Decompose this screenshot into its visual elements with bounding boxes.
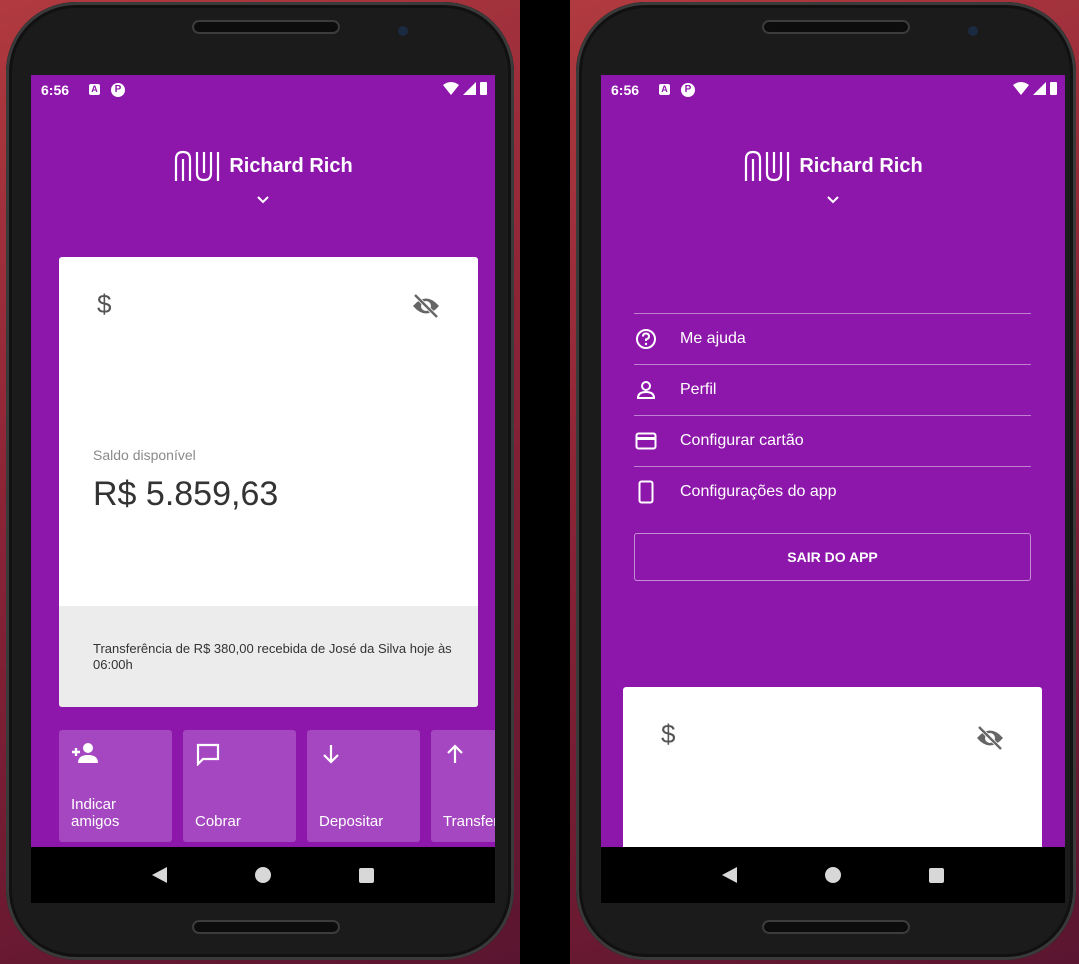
menu-item-configurar-cartao[interactable]: Configurar cartão [634, 416, 1031, 467]
arrow-down-icon [323, 745, 339, 764]
card-footer[interactable]: Transferência de R$ 380,00 recebida de J… [59, 606, 478, 707]
device-left: 6:56 A P Richard Rich $ Saldo disponível… [0, 0, 520, 964]
signal-icon [463, 82, 476, 95]
battery-icon [480, 82, 487, 95]
shortcut-label: Depositar [319, 813, 384, 830]
home-screen: 6:56 A P Richard Rich $ Saldo disponível… [31, 75, 495, 847]
user-name: Richard Rich [229, 154, 353, 177]
account-header[interactable]: Richard Rich [601, 149, 1065, 209]
shortcut-cobrar[interactable]: Cobrar [183, 730, 296, 842]
last-transaction-text: Transferência de R$ 380,00 recebida de J… [93, 641, 452, 672]
recent-apps-icon[interactable] [359, 867, 374, 883]
menu-item-me-ajuda[interactable]: Me ajuda [634, 314, 1031, 365]
eye-off-icon[interactable] [975, 725, 1005, 751]
phone-frame: 6:56 A P Richard Rich Me ajuda Perfil Co… [576, 2, 1076, 960]
notification-a-icon: A [89, 84, 100, 95]
home-icon[interactable] [825, 867, 841, 883]
android-nav-bar [601, 847, 1065, 903]
person-add-icon [72, 743, 98, 763]
shortcut-transferir[interactable]: Transferir [431, 730, 495, 842]
shortcut-label: Transferir [443, 813, 495, 830]
credit-card-icon [634, 429, 658, 453]
shortcut-indicar-amigos[interactable]: Indicar amigos [59, 730, 172, 842]
notification-a-icon: A [659, 84, 670, 95]
balance-card-collapsed[interactable]: $ [623, 687, 1042, 847]
menu-screen: 6:56 A P Richard Rich Me ajuda Perfil Co… [601, 75, 1065, 847]
balance-label: Saldo disponível [93, 447, 196, 463]
eye-off-icon[interactable] [411, 293, 441, 319]
account-header[interactable]: Richard Rich [31, 149, 495, 209]
nu-logo-icon [745, 150, 790, 182]
phone-frame: 6:56 A P Richard Rich $ Saldo disponível… [6, 2, 514, 960]
menu-item-label: Me ajuda [680, 330, 746, 347]
nu-logo-icon [175, 150, 220, 182]
menu-item-label: Configurações do app [680, 483, 837, 500]
status-bar: 6:56 A P [31, 75, 495, 105]
bottom-speaker [192, 920, 340, 934]
menu-item-perfil[interactable]: Perfil [634, 365, 1031, 416]
balance-card[interactable]: $ Saldo disponível R$ 5.859,63 Transferê… [59, 257, 478, 707]
menu-item-label: Perfil [680, 381, 717, 398]
dollar-icon: $ [661, 719, 676, 749]
menu-item-label: Configurar cartão [680, 432, 804, 449]
user-name: Richard Rich [799, 154, 923, 177]
logout-button[interactable]: SAIR DO APP [634, 533, 1031, 581]
recent-apps-icon[interactable] [929, 867, 944, 883]
help-icon [634, 327, 658, 351]
balance-value: R$ 5.859,63 [93, 475, 279, 513]
front-camera [398, 26, 408, 36]
home-icon[interactable] [255, 867, 271, 883]
status-icons [443, 82, 487, 95]
status-icons [1013, 82, 1057, 95]
shortcut-label: Cobrar [195, 813, 241, 830]
battery-icon [1050, 82, 1057, 95]
notification-p-icon: P [111, 83, 125, 97]
device-right: 6:56 A P Richard Rich Me ajuda Perfil Co… [570, 0, 1079, 964]
back-icon[interactable] [722, 867, 737, 883]
arrow-up-icon [447, 744, 463, 763]
person-icon [634, 378, 658, 402]
earpiece-speaker [762, 20, 910, 34]
chevron-down-icon[interactable] [826, 195, 840, 204]
wifi-icon [1013, 82, 1029, 95]
wifi-icon [443, 82, 459, 95]
chevron-down-icon[interactable] [256, 195, 270, 204]
shortcuts-row: Indicar amigos Cobrar Depositar Transfe [59, 730, 495, 842]
earpiece-speaker [192, 20, 340, 34]
shortcut-depositar[interactable]: Depositar [307, 730, 420, 842]
notification-p-icon: P [681, 83, 695, 97]
dollar-icon: $ [97, 289, 112, 319]
shortcut-label: Indicar amigos [71, 796, 120, 830]
status-bar: 6:56 A P [601, 75, 1065, 105]
back-icon[interactable] [152, 867, 167, 883]
account-menu: Me ajuda Perfil Configurar cartão Config… [634, 313, 1031, 517]
chat-icon [196, 743, 220, 766]
smartphone-icon [634, 480, 658, 504]
signal-icon [1033, 82, 1046, 95]
status-time: 6:56 [41, 82, 70, 98]
status-time: 6:56 [611, 82, 640, 98]
menu-item-configuracoes-app[interactable]: Configurações do app [634, 467, 1031, 517]
bottom-speaker [762, 920, 910, 934]
android-nav-bar [31, 847, 495, 903]
front-camera [968, 26, 978, 36]
